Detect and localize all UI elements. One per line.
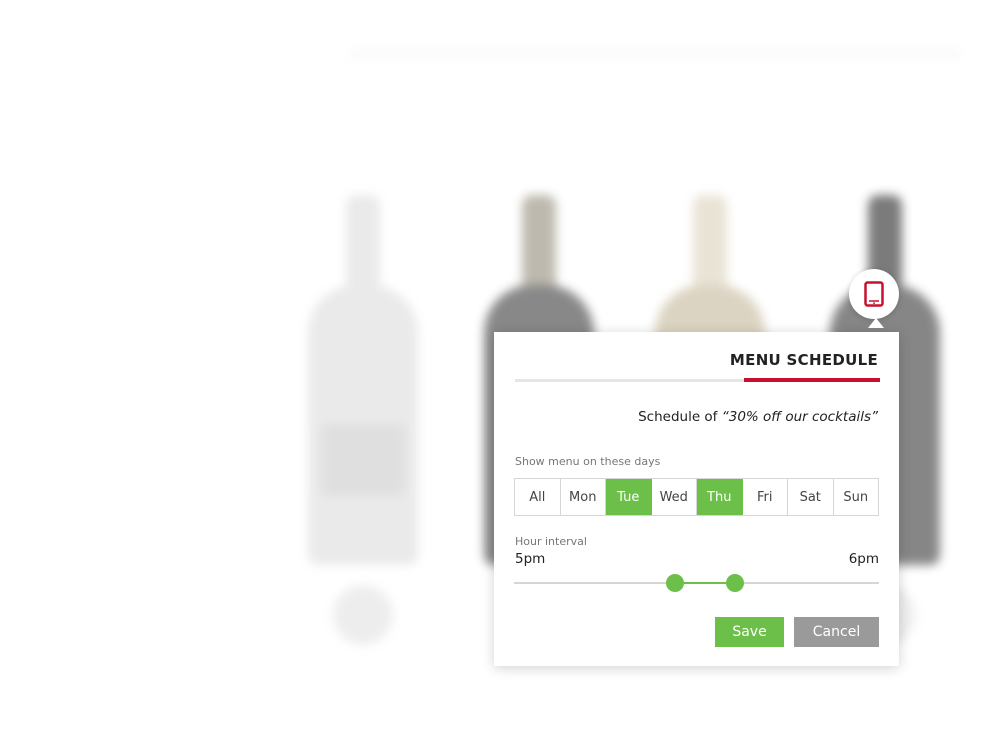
day-toggle-mon[interactable]: Mon [560, 479, 606, 515]
hour-end-value: 6pm [848, 551, 879, 567]
menu-schedule-popup: MENU SCHEDULE Schedule of “30% off our c… [494, 332, 899, 666]
popup-pointer [868, 318, 884, 328]
hour-slider-start-handle[interactable] [666, 574, 684, 592]
background-header-bar [350, 52, 960, 56]
day-toggle-all[interactable]: All [515, 479, 561, 515]
schedule-description: Schedule of “30% off our cocktails” [638, 409, 878, 425]
popup-title: MENU SCHEDULE [729, 351, 878, 369]
day-toggle-wed[interactable]: Wed [651, 479, 697, 515]
title-divider-accent [744, 378, 880, 382]
screen: MENU SCHEDULE Schedule of “30% off our c… [0, 0, 1000, 731]
day-toggle-thu[interactable]: Thu [697, 479, 743, 515]
save-button[interactable]: Save [715, 617, 784, 647]
day-toggle-tue[interactable]: Tue [606, 479, 652, 515]
day-toggle-sun[interactable]: Sun [833, 479, 878, 515]
hour-slider-end-handle[interactable] [726, 574, 744, 592]
tablet-marker-button[interactable] [849, 269, 899, 319]
cancel-button[interactable]: Cancel [794, 617, 879, 647]
tablet-icon [864, 281, 884, 307]
schedule-prefix: Schedule of [638, 409, 722, 425]
hour-start-value: 5pm [515, 551, 546, 567]
days-label: Show menu on these days [515, 455, 661, 468]
day-selector: All Mon Tue Wed Thu Fri Sat Sun [514, 478, 879, 516]
hour-interval-label: Hour interval [515, 535, 587, 548]
background-button [333, 585, 393, 645]
day-toggle-sat[interactable]: Sat [788, 479, 834, 515]
schedule-name: “30% off our cocktails” [721, 409, 878, 425]
day-toggle-fri[interactable]: Fri [742, 479, 788, 515]
wine-bottle-image [308, 195, 418, 565]
